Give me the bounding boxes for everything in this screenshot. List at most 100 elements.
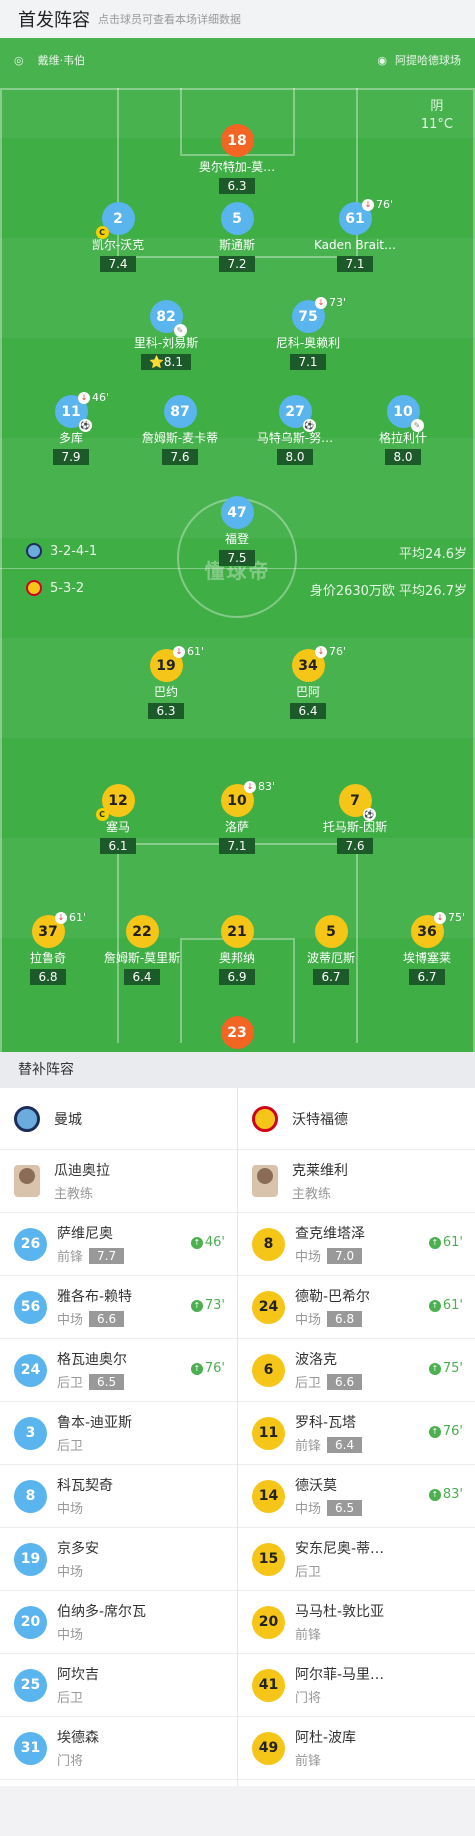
sub-in-icon: ↑ — [428, 1425, 441, 1438]
sub-in-indicator: ↑ 76' — [190, 1361, 225, 1376]
sub-player-row[interactable]: 41 阿尔菲-马里… 门将 — [238, 1654, 475, 1717]
player-name: 格拉利什 — [378, 431, 427, 445]
away-player[interactable]: 34 ↓ 76' 巴阿 6.4 — [253, 645, 363, 719]
sub-in-indicator: ↑ 75' — [428, 1361, 463, 1376]
sub-in-indicator: ↑ 83' — [428, 1487, 463, 1502]
sub-player-row[interactable]: 26 萨维尼奥 前锋 7.7 ↑ 46' — [0, 1213, 237, 1276]
home-player[interactable]: 47 福登 7.5 — [182, 496, 292, 566]
captain-icon: C — [95, 808, 109, 821]
coach-role: 主教练 — [292, 1187, 332, 1202]
jersey-number: 26 — [14, 1227, 47, 1261]
sub-player-row[interactable]: 20 伯纳多-席尔瓦 中场 — [0, 1591, 237, 1654]
player-rating: 6.6 — [89, 1310, 125, 1327]
player-position: 中场 — [57, 1565, 84, 1580]
away-player[interactable]: 10 ↓ 83' 洛萨 7.1 — [182, 780, 292, 854]
home-coach-row[interactable]: 瓜迪奥拉 主教练 — [0, 1150, 237, 1213]
player-name: 詹姆斯-麦卡蒂 — [141, 431, 219, 445]
away-subs-column: 沃特福德 克莱维利 主教练 8 查克维塔泽 中场 7.0 ↑ 61' 24 德勒-巴希尔 中场 6.… — [238, 1088, 475, 1780]
sub-in-indicator: ↑ 73' — [190, 1298, 225, 1313]
player-rating: 7.2 — [219, 256, 255, 272]
jersey-number: 49 — [252, 1731, 285, 1765]
away-player[interactable]: 5 波蒂厄斯 6.7 — [276, 915, 386, 985]
player-name: 多库 — [58, 431, 83, 445]
man-city-logo-icon — [26, 543, 42, 559]
jersey-number: 18 — [220, 124, 254, 157]
away-coach-row[interactable]: 克莱维利 主教练 — [238, 1150, 475, 1213]
player-rating: 6.8 — [30, 969, 66, 985]
sub-player-row[interactable]: 31 埃德森 门将 — [0, 1717, 237, 1780]
player-name: 巴约 — [153, 685, 178, 699]
home-player[interactable]: 18 奥尔特加-莫… 6.3 — [182, 124, 292, 194]
player-rating: 6.7 — [409, 969, 445, 985]
sub-player-row[interactable]: 20 马马杜-敦比亚 前锋 — [238, 1591, 475, 1654]
player-rating: 7.5 — [219, 550, 255, 566]
away-player[interactable]: 23乔纳森-邦德7.2 — [182, 1016, 292, 1052]
jersey-number: 5 — [314, 915, 348, 948]
sub-in-icon: ↑ — [428, 1299, 441, 1312]
player-name: 波蒂厄斯 — [306, 951, 355, 965]
sub-in-icon: ↑ — [428, 1236, 441, 1249]
away-player[interactable]: 19 ↓ 61' 巴约 6.3 — [111, 645, 221, 719]
hint-text: 点击球员可查看本场详细数据 — [98, 13, 241, 26]
home-player[interactable]: 5 斯通斯 7.2 — [182, 202, 292, 272]
sub-player-row[interactable]: 3 鲁本-迪亚斯 后卫 — [0, 1402, 237, 1465]
jersey-number: 6 — [252, 1353, 285, 1387]
player-rating: 7.9 — [53, 449, 89, 465]
player-rating: 6.5 — [89, 1373, 125, 1390]
away-player[interactable]: 36 ↓ 75' 埃博塞莱 6.7 — [372, 911, 475, 985]
home-player[interactable]: 82 ✎ 里科-刘易斯 ⭐8.1 — [111, 300, 221, 370]
player-rating: 7.6 — [337, 838, 373, 854]
sub-player-row[interactable]: 8 查克维塔泽 中场 7.0 ↑ 61' — [238, 1213, 475, 1276]
player-position: 后卫 6.5 — [57, 1372, 127, 1391]
player-rating: 7.0 — [327, 1247, 363, 1264]
player-name: 奥尔特加-莫… — [198, 160, 276, 174]
sub-player-row[interactable]: 11 罗科-瓦塔 前锋 6.4 ↑ 76' — [238, 1402, 475, 1465]
sub-player-row[interactable]: 8 科瓦契奇 中场 — [0, 1465, 237, 1528]
away-player[interactable]: 12 C 塞马 6.1 — [63, 784, 173, 854]
home-player[interactable]: 10 ✎ 格拉利什 8.0 — [348, 395, 458, 465]
sub-player-row[interactable]: 49 阿杜-波库 前锋 — [238, 1717, 475, 1780]
away-player[interactable]: 22 詹姆斯-莫里斯 6.4 — [87, 915, 197, 985]
player-rating: 6.4 — [124, 969, 160, 985]
away-player[interactable]: 7 ⚽ 托马斯-因斯 7.6 — [300, 784, 410, 854]
sub-off-icon: ↓ — [315, 645, 327, 658]
home-player[interactable]: 87 詹姆斯-麦卡蒂 7.6 — [125, 395, 235, 465]
jersey-number: 20 — [252, 1605, 285, 1639]
home-player[interactable]: 2 C 凯尔-沃克 7.4 — [63, 202, 173, 272]
sub-off-indicator: ↓ 76' — [362, 198, 393, 211]
sub-in-indicator: ↑ 46' — [190, 1235, 225, 1250]
home-player[interactable]: 11 ⚽ ↓ 46' 多库 7.9 — [16, 391, 126, 465]
jersey-number: 3 — [14, 1416, 47, 1450]
sub-player-row[interactable]: 19 京多安 中场 — [0, 1528, 237, 1591]
home-team-row[interactable]: 曼城 — [0, 1088, 237, 1150]
coach-name: 瓜迪奥拉 — [54, 1163, 110, 1179]
sub-off-indicator: ↓ 76' — [315, 645, 346, 658]
whistle-icon: ◎ — [14, 53, 24, 67]
sub-player-row[interactable]: 6 波洛克 后卫 6.6 ↑ 75' — [238, 1339, 475, 1402]
home-player[interactable]: 27 ⚽ 马特乌斯-努… 8.0 — [240, 395, 350, 465]
sub-player-row[interactable]: 24 格瓦迪奥尔 后卫 6.5 ↑ 76' — [0, 1339, 237, 1402]
player-rating: 6.3 — [219, 178, 255, 194]
player-rating: ⭐8.1 — [140, 354, 192, 370]
sub-player-row[interactable]: 15 安东尼奥-蒂… 后卫 — [238, 1528, 475, 1591]
player-position: 前锋 6.4 — [295, 1435, 363, 1454]
jersey-number: 87 — [163, 395, 197, 428]
jersey-number: 24 — [252, 1290, 285, 1324]
player-name: 埃博塞莱 — [402, 951, 451, 965]
player-rating: 7.4 — [100, 256, 136, 272]
sub-in-indicator: ↑ 61' — [428, 1235, 463, 1250]
jersey-number: 56 — [14, 1290, 47, 1324]
sub-player-row[interactable]: 25 阿坎吉 后卫 — [0, 1654, 237, 1717]
player-rating: 6.7 — [313, 969, 349, 985]
sub-off-indicator: ↓ 75' — [434, 911, 465, 924]
sub-player-row[interactable]: 14 德沃莫 中场 6.5 ↑ 83' — [238, 1465, 475, 1528]
player-name: 德沃莫 — [295, 1478, 337, 1494]
player-position: 后卫 6.6 — [295, 1372, 363, 1391]
home-player[interactable]: 75 ↓ 73' 尼科-奥赖利 7.1 — [253, 296, 363, 370]
player-rating: 7.1 — [219, 838, 255, 854]
sub-off-icon: ↓ — [173, 645, 185, 658]
sub-player-row[interactable]: 56 雅各布-赖特 中场 6.6 ↑ 73' — [0, 1276, 237, 1339]
sub-player-row[interactable]: 24 德勒-巴希尔 中场 6.8 ↑ 61' — [238, 1276, 475, 1339]
away-team-row[interactable]: 沃特福德 — [238, 1088, 475, 1150]
home-player[interactable]: 61 ↓ 76' Kaden Brait… 7.1 — [300, 198, 410, 272]
